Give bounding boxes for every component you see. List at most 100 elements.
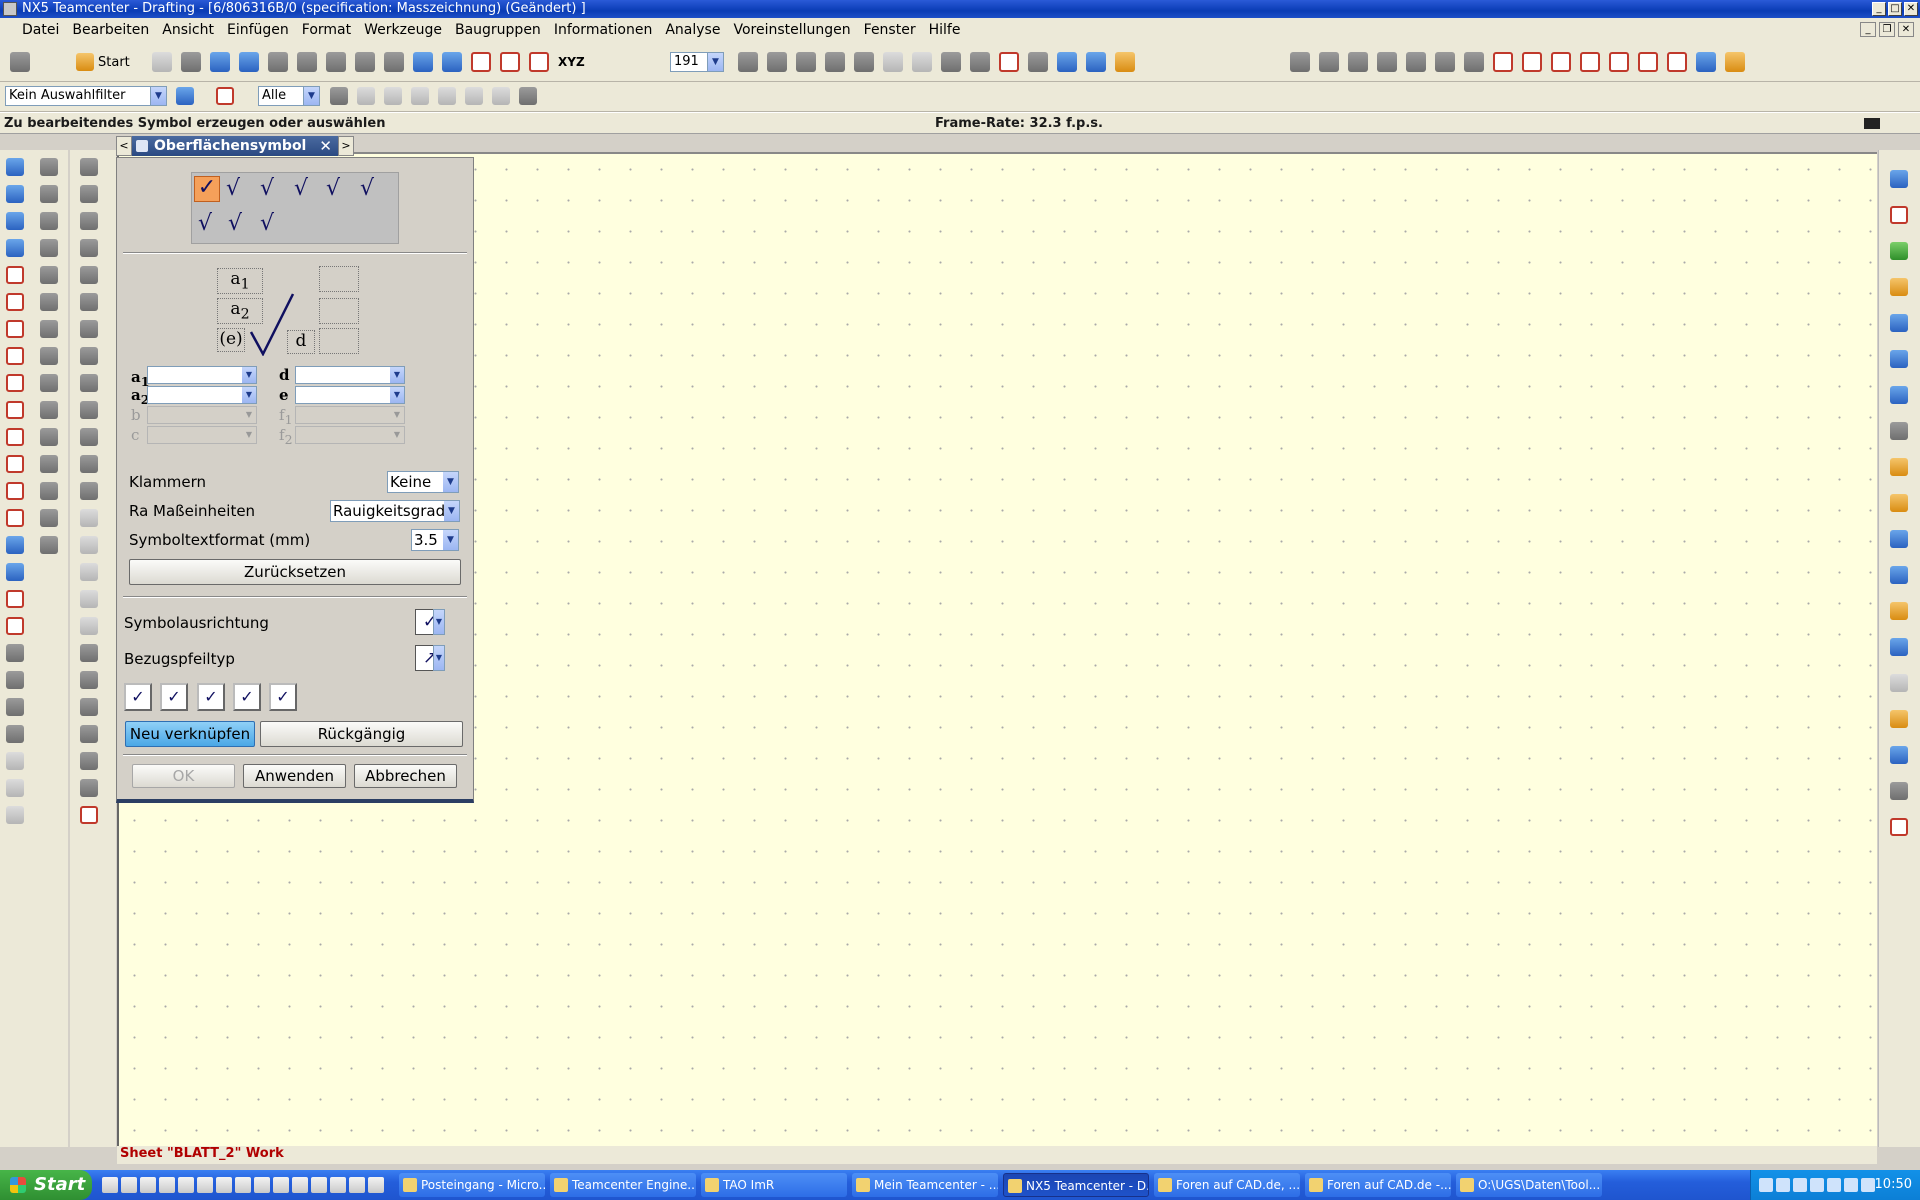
place-on-point-icon[interactable]: ✓ (269, 683, 297, 711)
minimize-button[interactable]: _ (1872, 2, 1886, 16)
menu-baugruppen[interactable]: Baugruppen (455, 22, 541, 38)
id-symbol-icon[interactable] (40, 455, 58, 473)
symbol-orientation-select[interactable]: ✓ ▼ (415, 609, 445, 635)
taskbar-item[interactable]: Mein Teamcenter - ... (852, 1173, 998, 1197)
dialog-collapse-right-icon[interactable]: > (338, 136, 354, 156)
quick-launch-icon[interactable] (121, 1177, 137, 1193)
section-view-icon[interactable] (1377, 52, 1397, 72)
apply-button[interactable]: Anwenden (243, 764, 346, 788)
zoom-window-icon[interactable] (1028, 52, 1048, 72)
xyz-icon[interactable]: XYZ (558, 55, 585, 69)
delete-row-icon[interactable] (1638, 52, 1658, 72)
section-line-icon[interactable] (6, 266, 24, 284)
copy-icon[interactable] (297, 52, 317, 72)
table-merge-icon[interactable] (80, 590, 98, 608)
taskbar-item[interactable]: Posteingang - Micro... (399, 1173, 545, 1197)
feature-control-icon[interactable] (6, 617, 24, 635)
centerline-icon[interactable] (40, 212, 58, 230)
place-on-edge-icon[interactable]: ✓ (124, 683, 152, 711)
menu-hilfe[interactable]: Hilfe (929, 22, 961, 38)
deselect-icon[interactable] (330, 87, 348, 105)
table-edit-icon[interactable] (1667, 52, 1687, 72)
balloon-icon[interactable] (6, 725, 24, 743)
save-as-icon[interactable] (239, 52, 259, 72)
layer-visible-icon[interactable] (767, 52, 787, 72)
menu-ansicht[interactable]: Ansicht (162, 22, 214, 38)
edit-text-icon[interactable] (40, 185, 58, 203)
tray-icon[interactable] (1776, 1178, 1790, 1192)
menu-bearbeiten[interactable]: Bearbeiten (72, 22, 149, 38)
intersection-symbol-icon[interactable] (40, 347, 58, 365)
snap-mode-icon[interactable] (216, 87, 234, 105)
taskbar-item[interactable]: TAO ImR (701, 1173, 847, 1197)
table-icon[interactable] (1493, 52, 1513, 72)
quick-launch-icon[interactable] (159, 1177, 175, 1193)
tray-icon[interactable] (1793, 1178, 1807, 1192)
place-on-extension-icon[interactable]: ✓ (197, 683, 225, 711)
pin-icon[interactable] (136, 140, 148, 152)
a1-combo[interactable]: ▼ (147, 366, 257, 384)
stamp-icon[interactable] (80, 725, 98, 743)
quick-launch-icon[interactable] (216, 1177, 232, 1193)
table-cell-icon[interactable] (80, 509, 98, 527)
lock-icon[interactable] (80, 347, 98, 365)
menu-voreinstellungen[interactable]: Voreinstellungen (733, 22, 850, 38)
status-minimize-icon[interactable] (1864, 118, 1880, 129)
quick-launch-icon[interactable] (235, 1177, 251, 1193)
datum-icon[interactable] (6, 590, 24, 608)
area-fill-icon[interactable] (6, 779, 24, 797)
open-file-icon[interactable] (181, 52, 201, 72)
table-chart-icon[interactable] (80, 563, 98, 581)
quick-launch-icon[interactable] (140, 1177, 156, 1193)
label-icon[interactable] (6, 563, 24, 581)
redo-icon[interactable] (384, 52, 404, 72)
tray-icon[interactable] (1827, 1178, 1841, 1192)
roles-icon[interactable] (1725, 52, 1745, 72)
table-split-icon[interactable] (80, 617, 98, 635)
cancel-button[interactable]: Abbrechen (354, 764, 457, 788)
history-icon[interactable] (1890, 314, 1908, 332)
quick-launch-icon[interactable] (330, 1177, 346, 1193)
doc-minimize-button[interactable]: _ (1860, 22, 1876, 37)
quick-launch-icon[interactable] (197, 1177, 213, 1193)
taskbar-item[interactable]: Foren auf CAD.de, ... (1154, 1173, 1300, 1197)
symbol-type-material-removal-icon[interactable]: √ (226, 178, 240, 200)
tabular-note-icon[interactable] (1551, 52, 1571, 72)
drafting-tool-icon[interactable] (6, 158, 24, 176)
menu-einfuegen[interactable]: Einfügen (227, 22, 289, 38)
reuse-library-icon[interactable] (1890, 278, 1908, 296)
edit-annotation-icon[interactable] (80, 671, 98, 689)
tray-icon[interactable] (1861, 1178, 1875, 1192)
end-point-icon[interactable] (384, 87, 402, 105)
menu-werkzeuge[interactable]: Werkzeuge (364, 22, 442, 38)
ordinate-icon[interactable] (6, 509, 24, 527)
undo-button[interactable]: Rückgängig (260, 721, 463, 747)
symbol-type-all-around-icon[interactable]: √ (260, 213, 274, 235)
radius-icon[interactable] (6, 347, 24, 365)
perpendicular-dim-icon[interactable] (80, 320, 98, 338)
note-icon[interactable] (6, 698, 24, 716)
web-browser-icon[interactable] (1890, 350, 1908, 368)
roles-palette-icon[interactable] (1890, 530, 1908, 548)
new-file-icon[interactable] (152, 52, 172, 72)
select-faces-icon[interactable] (357, 87, 375, 105)
undo-icon[interactable] (355, 52, 375, 72)
dialog-close-icon[interactable]: ✕ (319, 136, 332, 156)
region-icon[interactable] (40, 509, 58, 527)
dialog-collapse-left-icon[interactable]: < (116, 136, 132, 156)
clock-icon[interactable] (1890, 422, 1908, 440)
insert-rows-icon[interactable] (1580, 52, 1600, 72)
quick-launch-icon[interactable] (178, 1177, 194, 1193)
part-navigator-icon[interactable] (1890, 242, 1908, 260)
origin-icon[interactable] (80, 779, 98, 797)
dimension-icon[interactable] (6, 293, 24, 311)
taskbar-item[interactable]: Foren auf CAD.de -... (1305, 1173, 1451, 1197)
help-icon[interactable] (1890, 386, 1908, 404)
dialog-caption[interactable]: Oberflächensymbol ✕ (132, 136, 338, 156)
maximize-button[interactable]: □ (1888, 2, 1902, 16)
taskbar-item-active[interactable]: NX5 Teamcenter - D... (1003, 1173, 1149, 1197)
quick-launch-icon[interactable] (311, 1177, 327, 1193)
intersection-icon[interactable] (465, 87, 483, 105)
a2-combo[interactable]: ▼ (147, 386, 257, 404)
tray-icon[interactable] (1810, 1178, 1824, 1192)
